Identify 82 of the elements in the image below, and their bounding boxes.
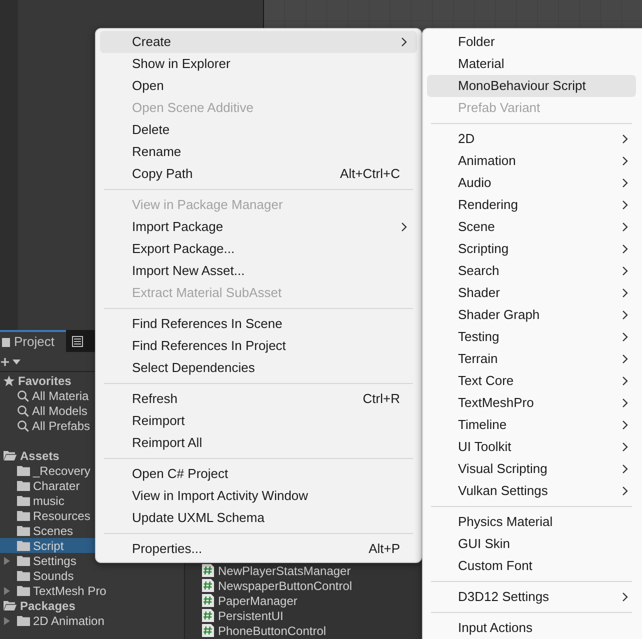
menu-item[interactable]: Reimport All (100, 432, 417, 454)
menu-item[interactable]: Audio (427, 172, 636, 194)
menu-item[interactable]: Update UXML Schema (100, 507, 417, 529)
search-icon (17, 404, 29, 416)
menu-item[interactable]: Import Package (100, 216, 417, 238)
menu-item[interactable]: Search (427, 260, 636, 282)
shortcut-label: Alt+Ctrl+C (340, 165, 401, 184)
panel-tab[interactable]: Project (0, 330, 66, 352)
tree-item-label[interactable]: Packages (20, 596, 76, 614)
menu-item[interactable]: Animation (427, 150, 636, 172)
script-file-icon (202, 609, 214, 622)
search-icon (17, 420, 29, 432)
menu-item[interactable]: Custom Font (427, 555, 636, 577)
menu-item[interactable]: MonoBehaviour Script (427, 75, 636, 97)
menu-item[interactable]: Scripting (427, 238, 636, 260)
menu-item[interactable]: Find References In Project (100, 335, 417, 357)
tree-item-label[interactable]: Script (33, 536, 64, 554)
menu-item[interactable]: Shader Graph (427, 304, 636, 326)
menu-item[interactable]: Import New Asset... (100, 260, 417, 282)
menu-item[interactable]: UI Toolkit (427, 436, 636, 458)
menu-item[interactable]: Text Core (427, 370, 636, 392)
menu-item[interactable]: GUI Skin (427, 533, 636, 555)
menu-item[interactable]: Copy Path Alt+Ctrl+C (100, 163, 417, 185)
menu-item[interactable]: Reimport (100, 410, 417, 432)
tree-item-label[interactable]: Assets (20, 446, 60, 464)
menu-item[interactable]: Create (100, 31, 417, 53)
menu-item[interactable]: View in Import Activity Window (100, 485, 417, 507)
file-name[interactable]: PhoneButtonControl (218, 622, 326, 639)
menu-item[interactable]: Open C# Project (100, 463, 417, 485)
menu-item: View in Package Manager (131, 196, 284, 214)
file-name[interactable]: NewPlayerStatsManager (218, 562, 351, 580)
menu-item[interactable]: Select Dependencies (100, 357, 417, 379)
tree-item-label[interactable]: Settings (33, 552, 76, 570)
menu-item[interactable]: Open (100, 75, 417, 97)
shortcut-label: Alt+P (368, 540, 401, 558)
menu-item[interactable]: Refresh Ctrl+R (100, 388, 417, 410)
tree-item-label[interactable]: Sounds (33, 566, 74, 584)
menu-item[interactable]: Visual Scripting (427, 458, 636, 480)
tree-item-label[interactable]: Charater (33, 476, 80, 494)
tree-item-label[interactable]: All Materia (32, 386, 89, 404)
menu-item[interactable]: Delete (100, 119, 417, 141)
tree-item-label[interactable]: _Recovery (33, 462, 90, 480)
menu-item[interactable]: Find References In Scene (100, 313, 417, 335)
tree-item-label[interactable]: All Prefabs (32, 416, 90, 434)
menu-item[interactable]: 2D (427, 128, 636, 150)
menu-item[interactable]: Scene (427, 216, 636, 238)
menu-item[interactable]: D3D12 Settings (427, 586, 636, 608)
tree-item-label[interactable]: 2D Animation (33, 612, 104, 630)
menu-item[interactable]: Rename (100, 141, 417, 163)
file-name[interactable]: PaperManager (218, 592, 298, 610)
tree-item-label[interactable]: All Models (32, 402, 88, 420)
script-file-icon (202, 594, 214, 607)
file-name[interactable]: NewspaperButtonControl (218, 576, 352, 594)
tree-item-label[interactable]: TextMesh Pro (33, 582, 106, 600)
menu-item[interactable]: Shader (427, 282, 636, 304)
search-icon (17, 390, 29, 402)
script-file-icon (202, 624, 214, 637)
add-icon (1, 358, 9, 366)
script-file-icon (202, 579, 214, 592)
menu-item[interactable]: Rendering (427, 194, 636, 216)
tree-item-label[interactable]: Scenes (33, 522, 74, 540)
menu-item[interactable]: Vulkan Settings (427, 480, 636, 502)
menu-item[interactable]: Folder (427, 31, 636, 53)
caret-icon (12, 358, 21, 364)
menu-item: Extract Material SubAsset (131, 284, 283, 302)
file-name[interactable]: PersistentUI (218, 606, 284, 624)
tree-item-label[interactable]: Resources (33, 506, 90, 524)
menu-item[interactable]: Material (427, 53, 636, 75)
tree-item-label[interactable]: Favorites (18, 372, 72, 390)
menu-item[interactable]: Testing (427, 326, 636, 348)
tree-item-label[interactable]: music (33, 492, 64, 510)
menu-item[interactable]: Show in Explorer (100, 53, 417, 75)
shortcut-label: Ctrl+R (362, 390, 401, 408)
menu-item[interactable]: Export Package... (100, 238, 417, 260)
menu-item: Prefab Variant (457, 99, 542, 118)
menu-item[interactable]: Timeline (427, 414, 636, 436)
menu-item[interactable]: Input Actions (427, 617, 636, 639)
menu-item[interactable]: TextMeshPro (427, 392, 636, 414)
menu-item: Open Scene Additive (131, 99, 254, 118)
menu-item[interactable]: Terrain (427, 348, 636, 370)
menu-item[interactable]: Physics Material (427, 511, 636, 533)
list-icon (72, 336, 84, 346)
